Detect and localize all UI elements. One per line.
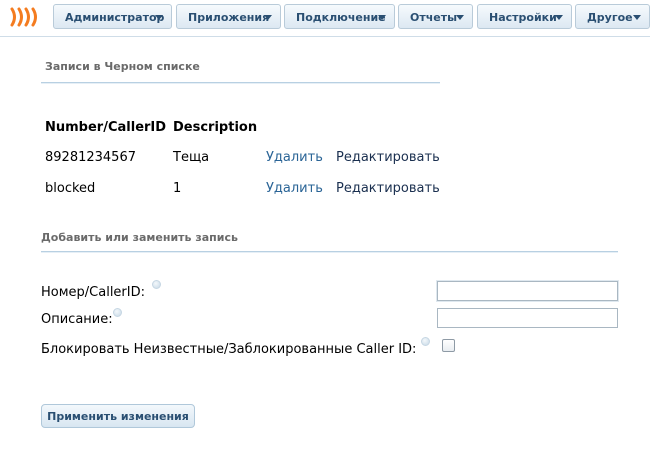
blacklist-section-title: Записи в Черном списке bbox=[45, 60, 200, 73]
block-unknown-label: Блокировать Неизвестные/Заблокированные … bbox=[41, 342, 417, 357]
caret-down-icon bbox=[155, 15, 163, 20]
section-divider bbox=[41, 251, 618, 252]
nav-menu-label: Настройки bbox=[489, 11, 557, 24]
number-field-label: Номер/CallerID: bbox=[41, 285, 145, 300]
row-description: Теща bbox=[173, 150, 210, 165]
nav-menu-reports[interactable]: Отчеты bbox=[398, 4, 473, 29]
nav-menu-label: Другое bbox=[587, 11, 633, 24]
caret-down-icon bbox=[555, 15, 563, 20]
nav-menu-label: Администратор bbox=[65, 11, 165, 24]
nav-menu-settings[interactable]: Настройки bbox=[477, 4, 572, 29]
help-bubble-icon[interactable] bbox=[152, 280, 161, 289]
section-divider bbox=[41, 82, 440, 83]
caret-down-icon bbox=[378, 15, 386, 20]
nav-menu-admin[interactable]: Администратор bbox=[53, 4, 172, 29]
nav-menu-connectivity[interactable]: Подключение bbox=[284, 4, 395, 29]
caret-down-icon bbox=[633, 15, 641, 20]
help-bubble-icon[interactable] bbox=[421, 337, 430, 346]
description-field-label: Описание: bbox=[41, 312, 113, 327]
help-bubble-icon[interactable] bbox=[113, 308, 122, 317]
freepbx-logo[interactable] bbox=[9, 6, 41, 28]
nav-menu-label: Подключение bbox=[296, 11, 386, 24]
delete-link[interactable]: Удалить bbox=[266, 181, 323, 196]
caret-down-icon bbox=[456, 15, 464, 20]
row-number: 89281234567 bbox=[45, 150, 136, 165]
block-unknown-checkbox[interactable] bbox=[442, 339, 455, 352]
row-number: blocked bbox=[45, 181, 96, 196]
edit-link[interactable]: Редактировать bbox=[336, 150, 440, 165]
caret-down-icon bbox=[264, 15, 272, 20]
description-input[interactable] bbox=[437, 308, 618, 328]
add-entry-section-title: Добавить или заменить запись bbox=[41, 231, 238, 244]
nav-menu-other[interactable]: Другое bbox=[575, 4, 650, 29]
column-header-number: Number/CallerID bbox=[45, 120, 167, 135]
nav-menu-applications[interactable]: Приложения bbox=[176, 4, 281, 29]
apply-changes-button[interactable]: Применить изменения bbox=[41, 404, 195, 428]
edit-link[interactable]: Редактировать bbox=[336, 181, 440, 196]
column-header-description: Description bbox=[173, 120, 258, 135]
nav-menu-label: Приложения bbox=[188, 11, 270, 24]
row-description: 1 bbox=[173, 181, 182, 196]
number-input[interactable] bbox=[437, 281, 618, 301]
nav-menu-label: Отчеты bbox=[410, 11, 458, 24]
top-navigation-bar: Администратор Приложения Подключение Отч… bbox=[0, 0, 650, 37]
delete-link[interactable]: Удалить bbox=[266, 150, 323, 165]
